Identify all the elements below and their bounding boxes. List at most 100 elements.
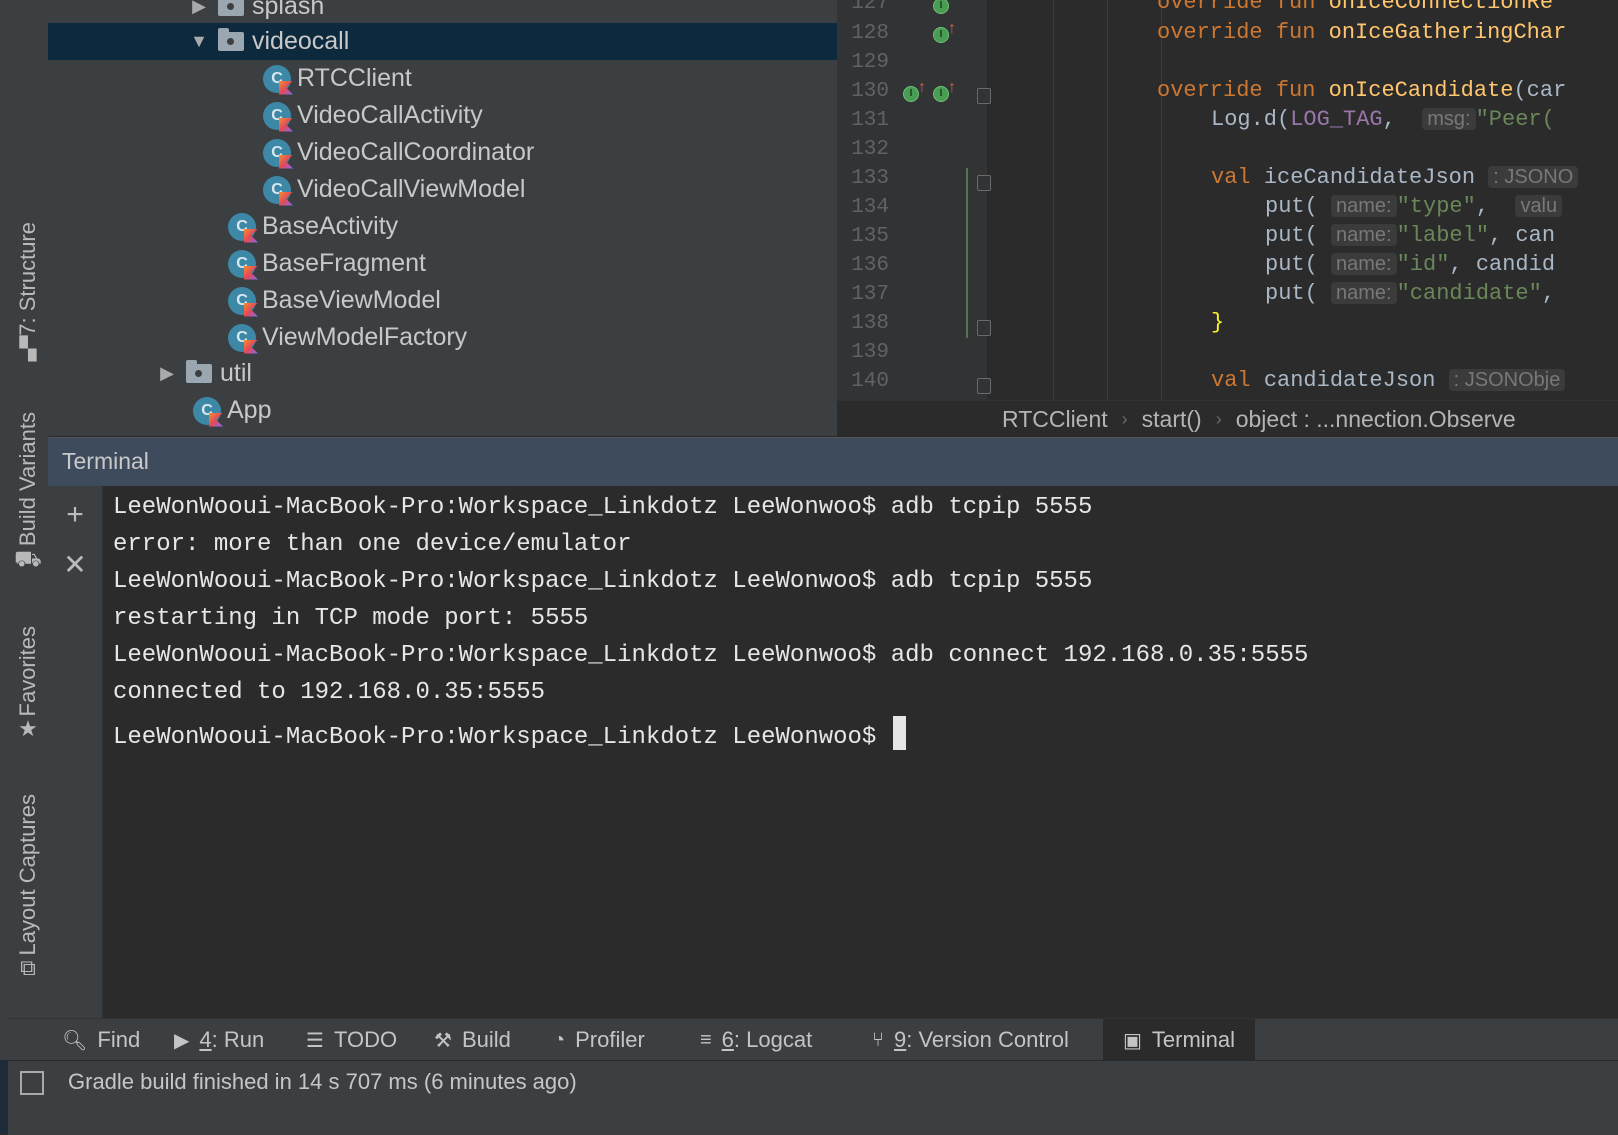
- terminal-output[interactable]: LeeWonWooui-MacBook-Pro:Workspace_Linkdo…: [103, 486, 1618, 1018]
- code-line-133: val iceCandidateJson : JSONO: [1211, 165, 1579, 190]
- breadcrumb-item[interactable]: object : ...nnection.Observe: [1236, 406, 1516, 433]
- package-folder-icon: [218, 28, 244, 51]
- star-icon: ★: [18, 716, 38, 742]
- tree-item-videocallactivity[interactable]: C VideoCallActivity: [48, 97, 837, 134]
- structure-icon: ▚: [19, 335, 37, 361]
- tool-logcat[interactable]: ≡ 6: Logcat: [700, 1019, 812, 1061]
- kotlin-class-icon: C: [263, 64, 293, 95]
- tree-item-splash[interactable]: ▶ splash: [48, 0, 837, 25]
- expand-arrow-icon[interactable]: ▶: [156, 363, 178, 384]
- code-line-136: put( name: "id", candid: [1265, 252, 1556, 277]
- structure-tab[interactable]: 7: Structure ▚: [12, 222, 44, 362]
- tool-build[interactable]: ⚒ Build: [434, 1019, 511, 1061]
- tool-profiler[interactable]: ◔ Profiler: [553, 1019, 645, 1061]
- code-line-140: val candidateJson : JSONObje: [1211, 368, 1566, 393]
- kotlin-class-icon: C: [263, 101, 293, 132]
- run-icon: ▶: [174, 1029, 190, 1052]
- expand-arrow-icon[interactable]: ▶: [188, 0, 210, 17]
- code-line-138: }: [1211, 310, 1225, 335]
- version-control-icon: ⑂: [872, 1028, 884, 1051]
- editor-gutter: 127 128 129 130 131 132 133 134 135 136 …: [837, 0, 991, 400]
- code-line-131: Log.d(LOG_TAG, msg: "Peer(: [1211, 107, 1555, 132]
- terminal-icon: ▣: [1123, 1029, 1142, 1052]
- build-variants-icon: ⛟: [14, 546, 42, 572]
- kotlin-class-icon: C: [263, 138, 293, 169]
- build-variants-tab[interactable]: Build Variants ⛟: [12, 412, 44, 572]
- implements-marker-icon[interactable]: I: [933, 0, 949, 14]
- terminal-line: LeeWonWooui-MacBook-Pro:Workspace_Linkdo…: [113, 494, 1093, 521]
- tree-item-videocallcoordinator[interactable]: C VideoCallCoordinator: [48, 134, 837, 171]
- status-bar: Gradle build finished in 14 s 707 ms (6 …: [8, 1060, 1618, 1135]
- fold-marker-icon[interactable]: [977, 88, 991, 104]
- tool-run[interactable]: ▶ 4: Run: [174, 1019, 264, 1061]
- build-hammer-icon: ⚒: [434, 1029, 452, 1052]
- kotlin-class-icon: C: [228, 212, 258, 243]
- layout-captures-icon: ⧉: [20, 955, 36, 981]
- fold-marker-icon[interactable]: [977, 175, 991, 191]
- status-message[interactable]: Gradle build finished in 14 s 707 ms (6 …: [68, 1069, 577, 1095]
- left-tool-strip: 7: Structure ▚ Build Variants ⛟ Favorite…: [0, 0, 49, 1060]
- tree-item-baseviewmodel[interactable]: C BaseViewModel: [48, 282, 837, 319]
- collapse-arrow-icon[interactable]: ▼: [188, 31, 210, 52]
- logcat-icon: ≡: [700, 1028, 712, 1051]
- tool-window-bar: 🔍︎ Find ▶ 4: Run ☰ TODO ⚒ Build ◔ Profiler ≡ 6…: [8, 1018, 1618, 1061]
- chevron-right-icon: ›: [1121, 408, 1128, 429]
- chevron-right-icon: ›: [1215, 408, 1222, 429]
- tool-todo[interactable]: ☰ TODO: [306, 1019, 397, 1061]
- terminal-title: Terminal: [62, 448, 149, 474]
- terminal-line: error: more than one device/emulator: [113, 531, 632, 558]
- override-arrow-icon: ↑: [948, 79, 956, 96]
- kotlin-class-icon: C: [263, 175, 293, 206]
- close-session-icon[interactable]: ✕: [62, 551, 88, 579]
- override-arrow-icon: ↑: [948, 20, 956, 37]
- kotlin-class-icon: C: [228, 323, 258, 354]
- indent-guide: [1161, 0, 1162, 400]
- favorites-tab[interactable]: Favorites ★: [12, 626, 44, 742]
- tree-item-basefragment[interactable]: C BaseFragment: [48, 245, 837, 282]
- override-arrow-icon: ↑: [918, 79, 926, 96]
- breadcrumb-item[interactable]: start(): [1142, 406, 1202, 433]
- tree-item-rtcclient[interactable]: C RTCClient: [48, 60, 837, 97]
- implements-marker-icon[interactable]: I: [933, 86, 949, 102]
- tree-item-videocallviewmodel[interactable]: C VideoCallViewModel: [48, 171, 837, 208]
- todo-icon: ☰: [306, 1029, 324, 1052]
- indent-guide: [1107, 0, 1108, 400]
- code-line-130: override fun onIceCandidate(car: [1157, 78, 1567, 103]
- breadcrumb: RTCClient › start() › object : ...nnecti…: [837, 400, 1618, 437]
- implements-marker-icon[interactable]: I: [933, 27, 949, 43]
- terminal-line: LeeWonWooui-MacBook-Pro:Workspace_Linkdo…: [113, 642, 1309, 669]
- code-line-127: override fun onIceConnectionRe: [1157, 0, 1554, 15]
- toggle-tool-windows-icon[interactable]: [20, 1071, 44, 1095]
- fold-marker-icon[interactable]: [977, 320, 991, 336]
- terminal-line: LeeWonWooui-MacBook-Pro:Workspace_Linkdo…: [113, 568, 1093, 595]
- tool-version-control[interactable]: ⑂ 9: Version Control: [872, 1019, 1069, 1061]
- kotlin-class-icon: C: [193, 396, 223, 427]
- breadcrumb-item[interactable]: RTCClient: [1002, 406, 1108, 433]
- indent-guide: [1053, 0, 1054, 400]
- tree-item-videocall[interactable]: ▼ videocall: [48, 23, 837, 60]
- layout-captures-tab[interactable]: Layout Captures ⧉: [12, 794, 44, 981]
- terminal-header: Terminal: [48, 437, 1618, 486]
- terminal-line: restarting in TCP mode port: 5555: [113, 605, 589, 632]
- text-cursor: [892, 716, 906, 750]
- tree-item-baseactivity[interactable]: C BaseActivity: [48, 208, 837, 245]
- terminal-line: connected to 192.168.0.35:5555: [113, 679, 546, 706]
- project-tree: ▶ splash ▼ videocall C RTCClient C Video…: [48, 0, 837, 436]
- search-icon: 🔍︎: [62, 1029, 88, 1052]
- new-session-plus-icon[interactable]: +: [62, 500, 88, 530]
- package-folder-icon: [218, 0, 244, 16]
- fold-marker-icon[interactable]: [977, 378, 991, 394]
- tree-item-util[interactable]: ▶ util: [48, 355, 837, 392]
- profiler-icon: ◔: [553, 1028, 566, 1051]
- tool-terminal[interactable]: ▣ Terminal: [1103, 1019, 1256, 1061]
- package-folder-icon: [186, 360, 212, 383]
- tree-item-app[interactable]: C App: [48, 392, 837, 429]
- terminal-prompt-line[interactable]: LeeWonWooui-MacBook-Pro:Workspace_Linkdo…: [113, 716, 906, 751]
- code-line-134: put( name: "type", valu: [1265, 194, 1563, 219]
- tool-find[interactable]: 🔍︎ Find: [62, 1019, 140, 1061]
- implements-marker-icon[interactable]: I: [903, 86, 919, 102]
- kotlin-class-icon: C: [228, 249, 258, 280]
- change-marker: [966, 168, 968, 338]
- tree-item-viewmodelfactory[interactable]: C ViewModelFactory: [48, 319, 837, 356]
- code-editor[interactable]: 127 128 129 130 131 132 133 134 135 136 …: [837, 0, 1618, 400]
